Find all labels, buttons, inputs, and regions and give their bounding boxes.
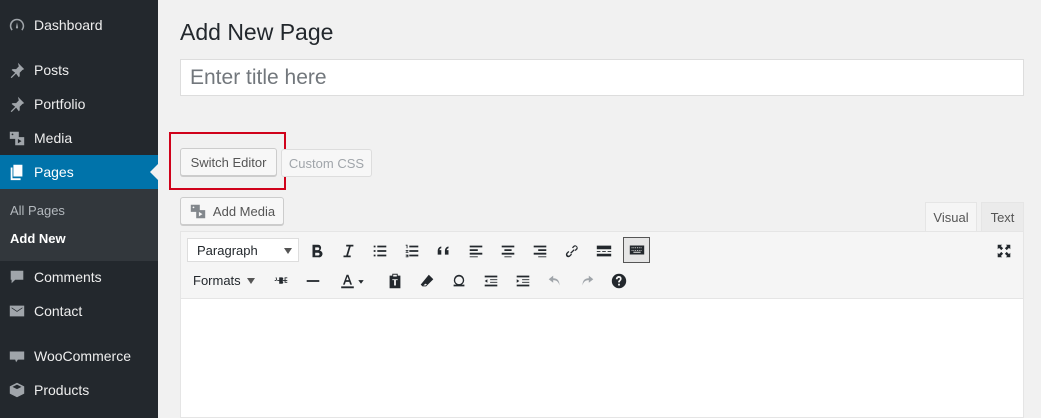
woo-icon	[7, 346, 27, 366]
number-list-icon	[405, 244, 419, 258]
paragraph-select-value: Paragraph	[197, 242, 258, 258]
add-media-button[interactable]: Add Media	[180, 197, 284, 225]
submenu-add-new[interactable]: Add New	[10, 231, 66, 246]
sidebar-item-label: WooCommerce	[34, 348, 131, 364]
sidebar-item-woocommerce[interactable]: WooCommerce	[0, 339, 158, 373]
align-left-button[interactable]	[463, 238, 489, 264]
media-icon	[7, 128, 27, 148]
align-left-icon	[469, 245, 483, 258]
horizontal-line-icon	[306, 280, 320, 282]
fullscreen-icon	[997, 244, 1011, 258]
align-right-button[interactable]	[527, 238, 553, 264]
omega-icon	[453, 274, 465, 287]
keyboard-icon	[629, 245, 644, 255]
bold-icon	[312, 244, 323, 258]
sidebar-item-label: Contact	[34, 303, 83, 319]
page-title: Add New Page	[180, 19, 334, 45]
content-editor: Paragraph Formats	[180, 231, 1024, 418]
submenu-all-pages[interactable]: All Pages	[10, 203, 65, 218]
align-center-button[interactable]	[495, 238, 521, 264]
comment-icon	[7, 267, 27, 287]
chevron-down-icon	[284, 248, 292, 254]
redo-icon	[582, 275, 594, 286]
undo-icon	[548, 275, 560, 286]
bullet-list-icon	[373, 245, 387, 257]
quote-icon	[437, 246, 449, 255]
outdent-icon	[484, 275, 498, 287]
pin-icon	[7, 94, 27, 114]
editor-content-area[interactable]	[181, 299, 1023, 417]
bold-button[interactable]	[304, 238, 330, 264]
fullscreen-button[interactable]	[991, 238, 1017, 264]
decrease-indent-button[interactable]	[478, 268, 504, 294]
admin-sidebar: Dashboard Posts Portfolio Media Pages Al…	[0, 0, 158, 418]
sidebar-item-posts[interactable]: Posts	[0, 53, 158, 87]
sidebar-item-products[interactable]: Products	[0, 373, 158, 407]
increase-indent-button[interactable]	[510, 268, 536, 294]
help-icon	[611, 273, 627, 289]
box-icon	[7, 380, 27, 400]
sidebar-item-label: Portfolio	[34, 96, 86, 112]
strikethrough-icon	[274, 277, 288, 284]
sidebar-item-label: Posts	[34, 62, 70, 78]
sidebar-item-label: Pages	[34, 164, 74, 180]
sidebar-item-label: Media	[34, 130, 73, 146]
add-media-label: Add Media	[212, 203, 276, 219]
blockquote-button[interactable]	[431, 238, 457, 264]
sidebar-item-pages[interactable]: Pages	[0, 155, 158, 189]
sidebar-item-dashboard[interactable]: Dashboard	[0, 8, 158, 42]
read-more-icon	[596, 245, 612, 257]
switch-editor-button[interactable]: Switch Editor	[180, 148, 277, 176]
italic-icon	[343, 244, 354, 258]
tab-visual[interactable]: Visual	[925, 202, 977, 232]
redo-button[interactable]	[574, 268, 600, 294]
pages-icon	[7, 162, 27, 182]
pages-submenu: All Pages Add New	[0, 189, 158, 261]
media-icon	[190, 204, 206, 219]
align-center-icon	[501, 245, 515, 258]
paragraph-select[interactable]: Paragraph	[187, 238, 299, 262]
sidebar-item-label: Dashboard	[34, 17, 103, 33]
sidebar-item-label: Comments	[34, 269, 102, 285]
clipboard-icon	[389, 273, 401, 289]
custom-css-button[interactable]: Custom CSS	[281, 149, 372, 177]
dashboard-icon	[7, 15, 27, 35]
help-button[interactable]	[606, 268, 632, 294]
text-color-button[interactable]	[332, 268, 372, 294]
insert-link-button[interactable]	[559, 238, 585, 264]
italic-button[interactable]	[335, 238, 361, 264]
formats-label: Formats	[193, 273, 241, 288]
sidebar-item-label: Products	[34, 382, 90, 398]
sidebar-item-contact[interactable]: Contact	[0, 294, 158, 328]
paste-as-text-button[interactable]	[382, 268, 408, 294]
toolbar-toggle-button[interactable]	[623, 237, 650, 263]
undo-button[interactable]	[542, 268, 568, 294]
read-more-button[interactable]	[591, 238, 617, 264]
bulleted-list-button[interactable]	[367, 238, 393, 264]
title-input[interactable]	[180, 59, 1024, 96]
text-color-icon	[341, 274, 364, 289]
eraser-icon	[420, 274, 434, 287]
indent-icon	[516, 275, 530, 287]
special-character-button[interactable]	[446, 268, 472, 294]
horizontal-line-button[interactable]	[300, 268, 326, 294]
formats-dropdown[interactable]: Formats	[193, 273, 255, 288]
tab-text[interactable]: Text	[981, 202, 1024, 232]
numbered-list-button[interactable]	[399, 238, 425, 264]
link-icon	[565, 245, 578, 258]
mail-icon	[7, 301, 27, 321]
sidebar-item-portfolio[interactable]: Portfolio	[0, 87, 158, 121]
sidebar-item-media[interactable]: Media	[0, 121, 158, 155]
strikethrough-button[interactable]	[268, 268, 294, 294]
clear-formatting-button[interactable]	[414, 268, 440, 294]
pin-icon	[7, 60, 27, 80]
editor-toolbar: Paragraph Formats	[181, 232, 1023, 299]
align-right-icon	[533, 245, 547, 258]
chevron-down-icon	[246, 277, 255, 284]
sidebar-item-comments[interactable]: Comments	[0, 260, 158, 294]
